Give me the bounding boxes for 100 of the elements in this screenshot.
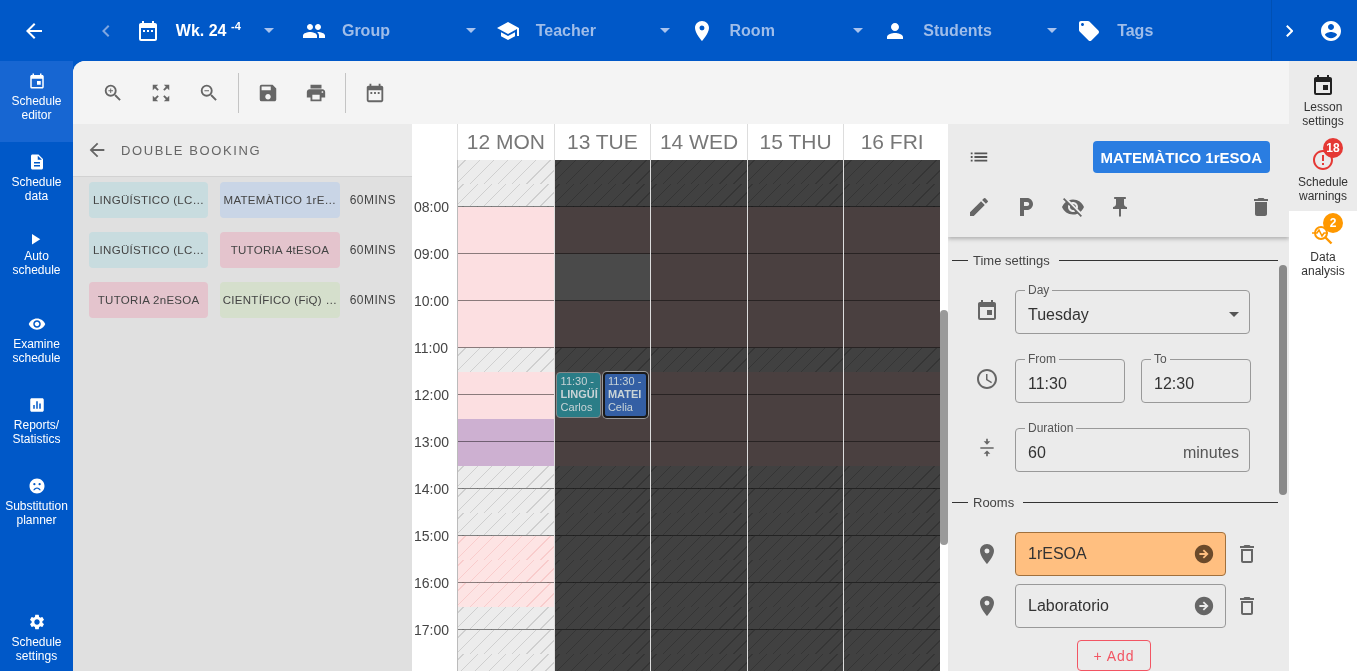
sidebar-item[interactable]: Reports/ Statistics [0, 385, 73, 466]
time-slot[interactable] [554, 301, 651, 325]
sidebar-item[interactable]: Examine schedule [0, 304, 73, 385]
time-slot[interactable] [747, 606, 844, 630]
time-slot[interactable] [747, 395, 844, 419]
calendar-icon [1311, 73, 1335, 97]
time-slot[interactable] [554, 489, 651, 513]
settings-icon [27, 613, 46, 631]
caret-icon [1229, 312, 1239, 317]
sidebar-item[interactable]: Schedule data [0, 142, 73, 223]
time-slot[interactable] [554, 418, 651, 442]
time-label: 10:00 [414, 293, 450, 309]
time-slot[interactable] [554, 536, 651, 560]
time-slot[interactable] [554, 559, 651, 583]
filter-dropdown[interactable]: Tags [1077, 0, 1271, 61]
time-slot[interactable] [747, 254, 844, 278]
side-tab[interactable]: Lesson settings [1289, 61, 1357, 136]
time-slot[interactable] [747, 559, 844, 583]
count-badge: 2 [1323, 213, 1343, 233]
room-field[interactable]: 1rESOA [1015, 532, 1226, 576]
filter-dropdown[interactable]: Students [883, 0, 1078, 61]
time-slot[interactable] [554, 348, 651, 372]
scrollbar[interactable] [1279, 265, 1287, 495]
to-time-field[interactable]: To 12:30 [1141, 353, 1251, 403]
calendar-icon [975, 298, 999, 322]
time-label: 15:00 [414, 528, 450, 544]
lesson-chip[interactable]: TUTORIA 2nESOA [89, 282, 209, 318]
time-label: 09:00 [414, 246, 450, 262]
sidebar-item[interactable]: Substitution planner [0, 466, 73, 547]
time-slot[interactable] [747, 183, 844, 207]
sidebar-item[interactable]: Auto schedule [0, 223, 73, 304]
time-slot[interactable] [554, 207, 651, 231]
eye-icon [27, 315, 46, 333]
count-badge: 18 [1323, 138, 1343, 158]
time-slot[interactable] [554, 230, 651, 254]
sidebar-item[interactable]: Schedule editor [0, 61, 73, 142]
play-icon [32, 234, 41, 245]
time-slot[interactable] [747, 442, 844, 466]
time-slot[interactable] [554, 183, 651, 207]
filter-dropdown[interactable]: Room [689, 0, 884, 61]
time-label: 12:00 [414, 387, 450, 403]
section-title: Rooms [973, 494, 1015, 510]
time-slot[interactable] [554, 324, 651, 348]
time-slot[interactable] [747, 465, 844, 489]
time-slot[interactable] [747, 489, 844, 513]
duration-field[interactable]: Duration 60 minutes [1015, 422, 1250, 472]
time-slot[interactable] [554, 442, 651, 466]
lesson-event[interactable]: 11:30 - MATEI Celia [602, 371, 649, 418]
time-slot[interactable] [554, 630, 651, 654]
time-slot[interactable] [554, 512, 651, 536]
calendar-icon[interactable] [364, 81, 386, 104]
time-slot[interactable] [747, 160, 844, 184]
time-slot[interactable] [554, 160, 651, 184]
time-slot[interactable] [747, 536, 844, 560]
bar-chart-icon [27, 396, 46, 414]
time-slot[interactable] [747, 324, 844, 348]
eye-off-icon[interactable] [1061, 195, 1085, 219]
filter-dropdown[interactable]: Group [301, 0, 496, 61]
compress-icon [977, 438, 997, 458]
time-slot[interactable] [554, 277, 651, 301]
side-tab[interactable]: 18 Schedule warnings [1289, 136, 1357, 211]
time-slot[interactable] [747, 630, 844, 654]
time-slot[interactable] [747, 301, 844, 325]
lesson-chip[interactable]: LINGÜÍSTICO (LC… [89, 232, 209, 268]
panel-title: DOUBLE BOOKING [121, 142, 262, 158]
time-slot[interactable] [554, 465, 651, 489]
time-slot[interactable]: 11:30 - LINGÜÍ Carlos 11:30 - MATEI Celia [554, 371, 651, 419]
time-slot[interactable] [747, 277, 844, 301]
lesson-chip[interactable]: TUTORIA 4tESOA [220, 232, 340, 268]
time-slot[interactable] [747, 371, 844, 395]
time-slot[interactable] [747, 348, 844, 372]
pencil-icon[interactable] [967, 195, 991, 219]
scrollbar[interactable] [939, 310, 948, 545]
time-label: 17:00 [414, 622, 450, 638]
sad-face-icon [27, 477, 46, 495]
time-label: 16:00 [414, 575, 450, 591]
week-selector[interactable]: Wk. 24 $^{-4}$ [135, 0, 302, 61]
filter-dropdown[interactable]: Teacher [495, 0, 690, 61]
time-slot[interactable] [747, 418, 844, 442]
time-label: 13:00 [414, 434, 450, 450]
lesson-chip[interactable]: LINGÜÍSTICO (LC… [89, 182, 209, 218]
account-icon[interactable] [1319, 18, 1344, 43]
time-slot[interactable] [747, 583, 844, 607]
from-time-field[interactable]: From 11:30 [1015, 353, 1125, 403]
sidebar-item[interactable]: Schedule settings [0, 602, 73, 671]
time-label: 14:00 [414, 481, 450, 497]
chevron-right-icon[interactable] [1285, 24, 1294, 37]
time-slot[interactable] [747, 512, 844, 536]
time-slot[interactable] [554, 606, 651, 630]
time-slot[interactable] [747, 207, 844, 231]
time-slot[interactable] [554, 583, 651, 607]
lesson-chip[interactable]: CIENTÍFICO (FiQ) … [220, 282, 340, 318]
duration-text: 60MINS [349, 193, 396, 207]
day-select[interactable]: Day Tuesday [1015, 284, 1250, 334]
time-slot[interactable] [747, 230, 844, 254]
room-field[interactable]: Laboratorio [1015, 584, 1226, 628]
time-slot[interactable] [554, 254, 651, 278]
tag-icon [1077, 18, 1102, 43]
lesson-chip[interactable]: MATEMÀTICO 1rE… [220, 182, 340, 218]
lesson-event[interactable]: 11:30 - LINGÜÍ Carlos [555, 371, 601, 418]
